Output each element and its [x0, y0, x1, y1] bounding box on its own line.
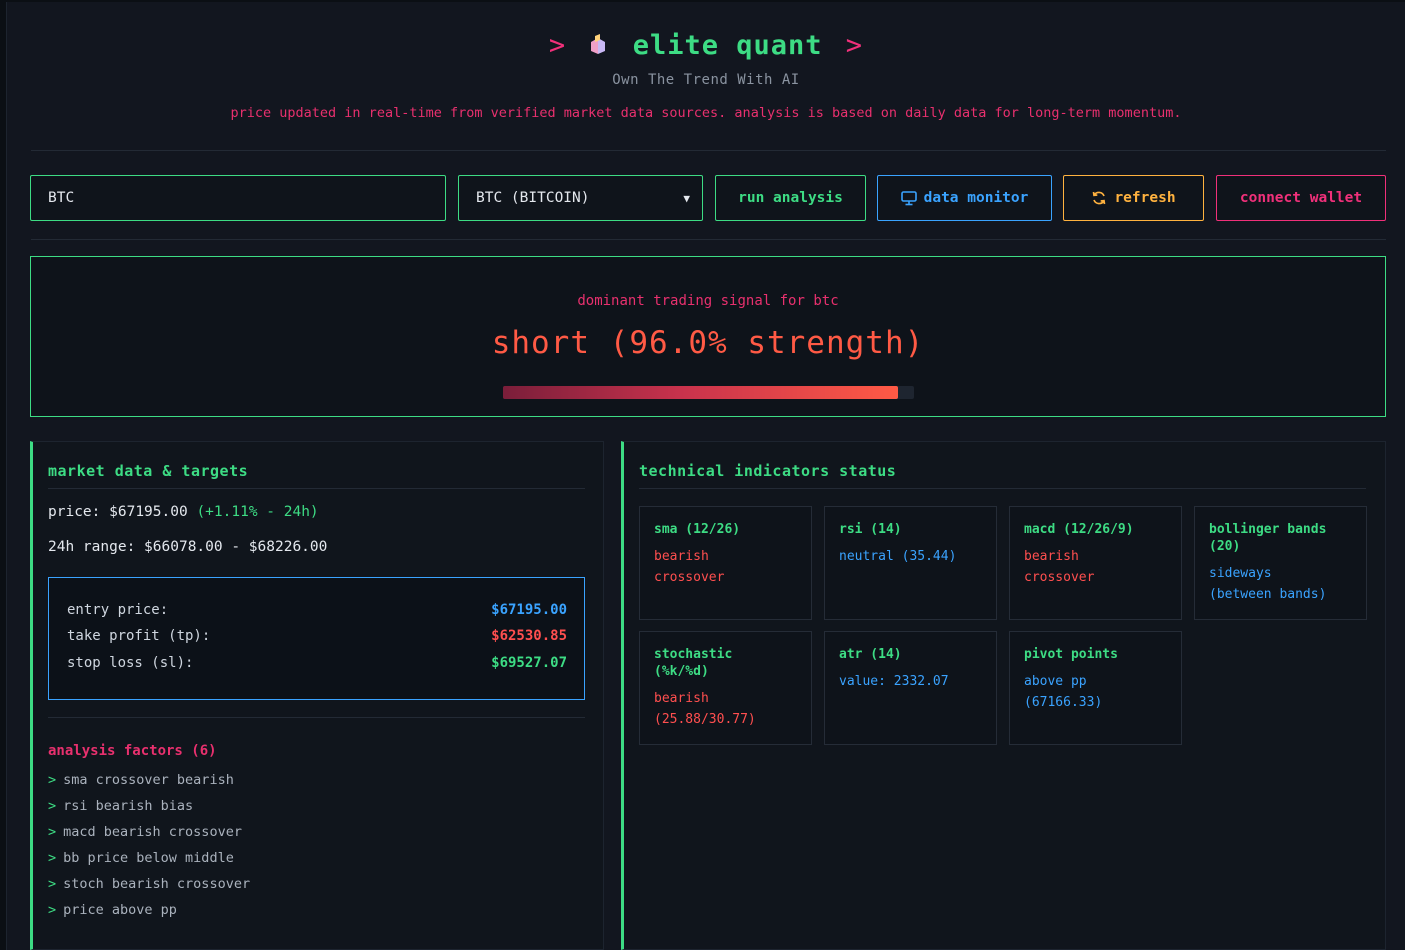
run-analysis-button[interactable]: run analysis: [715, 175, 866, 221]
refresh-button[interactable]: refresh: [1063, 175, 1204, 221]
stop-loss-value: $69527.07: [491, 655, 567, 671]
chevron-right-icon: >: [845, 30, 864, 61]
market-panel-rule: [48, 488, 585, 489]
stop-loss-row: stop loss (sl): $69527.07: [67, 655, 567, 671]
range-label: 24h range:: [48, 539, 136, 555]
indicator-card: sma (12/26) bearish crossover: [639, 506, 812, 620]
indicator-name: bollinger bands (20): [1209, 522, 1327, 554]
asset-select[interactable]: BTC (BITCOIN) ▼: [458, 175, 703, 221]
take-profit-row: take profit (tp): $62530.85: [67, 628, 567, 644]
factor-text: price above pp: [63, 902, 177, 918]
market-panel: market data & targets price: $67195.00 (…: [30, 441, 604, 950]
app-window: > elite quant > Own The Trend With AI pr…: [6, 2, 1405, 950]
factor-text: rsi bearish bias: [63, 798, 194, 814]
price-label: price:: [48, 504, 101, 520]
indicator-name: macd (12/26/9): [1024, 522, 1134, 537]
chevron-right-icon: >: [48, 798, 57, 814]
signal-card: dominant trading signal for btc short (9…: [30, 256, 1386, 417]
indicator-value: bearish crossover: [1024, 549, 1095, 585]
indicator-card: rsi (14) neutral (35.44): [824, 506, 997, 620]
range-line: 24h range: $66078.00 - $68226.00: [48, 539, 327, 555]
factors-rule: [48, 717, 585, 718]
chevron-right-icon: >: [48, 876, 57, 892]
chevron-right-icon: >: [48, 824, 57, 840]
connect-wallet-button[interactable]: connect wallet: [1216, 175, 1386, 221]
chevron-right-icon: >: [48, 902, 57, 918]
refresh-icon: [1093, 191, 1106, 205]
indicator-name: stochastic (%k/%d): [654, 647, 733, 679]
chevron-right-icon: >: [48, 850, 57, 866]
factor-item: > stoch bearish crossover: [48, 876, 250, 892]
indicator-name: rsi (14): [839, 522, 902, 537]
factor-item: > sma crossover bearish: [48, 772, 234, 788]
range-value: $66078.00 - $68226.00: [144, 539, 328, 555]
price-change: (+1.11% - 24h): [196, 504, 319, 520]
indicator-name: atr (14): [839, 647, 902, 662]
symbol-input-value: BTC: [48, 190, 75, 206]
signal-label: dominant trading signal for btc: [577, 293, 839, 309]
run-analysis-label: run analysis: [738, 190, 843, 206]
market-panel-title: market data & targets: [48, 462, 249, 480]
targets-box: entry price: $67195.00 take profit (tp):…: [48, 577, 585, 700]
indicator-name: sma (12/26): [654, 522, 741, 537]
controls-divider: [31, 239, 1386, 240]
factor-text: macd bearish crossover: [63, 824, 242, 840]
header-divider: [31, 150, 1386, 151]
indicator-value: bearish crossover: [654, 549, 725, 585]
indicator-card: macd (12/26/9) bearish crossover: [1009, 506, 1182, 620]
chevron-right-icon: >: [48, 772, 57, 788]
dropdown-arrow-icon: ▼: [683, 191, 690, 205]
factor-item: > price above pp: [48, 902, 177, 918]
price-value: $67195.00: [109, 504, 188, 520]
factor-text: sma crossover bearish: [63, 772, 234, 788]
take-profit-label: take profit (tp):: [67, 628, 211, 644]
brand-title: > elite quant >: [7, 30, 1405, 61]
indicator-value: sideways (between bands): [1209, 566, 1327, 602]
refresh-label: refresh: [1114, 190, 1176, 206]
entry-label: entry price:: [67, 602, 169, 618]
indicator-card: stochastic (%k/%d) bearish (25.88/30.77): [639, 631, 812, 745]
indicator-name: pivot points: [1024, 647, 1118, 662]
brand-name: elite quant: [632, 30, 823, 61]
indicators-panel-title: technical indicators status: [639, 462, 897, 480]
data-monitor-button[interactable]: data monitor: [877, 175, 1052, 221]
symbol-input[interactable]: BTC: [30, 175, 446, 221]
factor-text: stoch bearish crossover: [63, 876, 251, 892]
entry-row: entry price: $67195.00: [67, 602, 567, 618]
factor-text: bb price below middle: [63, 850, 234, 866]
indicator-value: neutral (35.44): [839, 549, 957, 564]
price-line: price: $67195.00 (+1.11% - 24h): [48, 504, 319, 520]
factor-item: > rsi bearish bias: [48, 798, 193, 814]
logo-icon: [591, 34, 606, 54]
factors-title: analysis factors (6): [48, 743, 217, 759]
data-notice: price updated in real-time from verified…: [230, 105, 1182, 121]
chevron-left-icon: >: [548, 30, 567, 61]
indicators-panel: technical indicators status sma (12/26) b…: [621, 441, 1386, 950]
tagline: Own The Trend With AI: [612, 72, 800, 88]
factor-item: > bb price below middle: [48, 850, 234, 866]
indicator-value: bearish (25.88/30.77): [654, 691, 756, 727]
connect-wallet-label: connect wallet: [1239, 190, 1363, 206]
indicators-panel-rule: [639, 488, 1366, 489]
indicator-card: atr (14) value: 2332.07: [824, 631, 997, 745]
signal-value: short (96.0% strength): [491, 325, 925, 361]
signal-strength-bar: [503, 386, 914, 399]
asset-select-value: BTC (BITCOIN): [476, 190, 590, 206]
stop-loss-label: stop loss (sl):: [67, 655, 194, 671]
factor-item: > macd bearish crossover: [48, 824, 242, 840]
indicator-value: above pp (67166.33): [1024, 674, 1103, 710]
data-monitor-label: data monitor: [923, 190, 1029, 206]
entry-value: $67195.00: [491, 602, 567, 618]
indicator-card: pivot points above pp (67166.33): [1009, 631, 1182, 745]
signal-strength-fill: [503, 386, 898, 399]
indicator-value: value: 2332.07: [839, 674, 949, 689]
monitor-icon: [900, 190, 917, 205]
take-profit-value: $62530.85: [491, 628, 567, 644]
indicator-card: bollinger bands (20) sideways (between ba…: [1194, 506, 1367, 620]
